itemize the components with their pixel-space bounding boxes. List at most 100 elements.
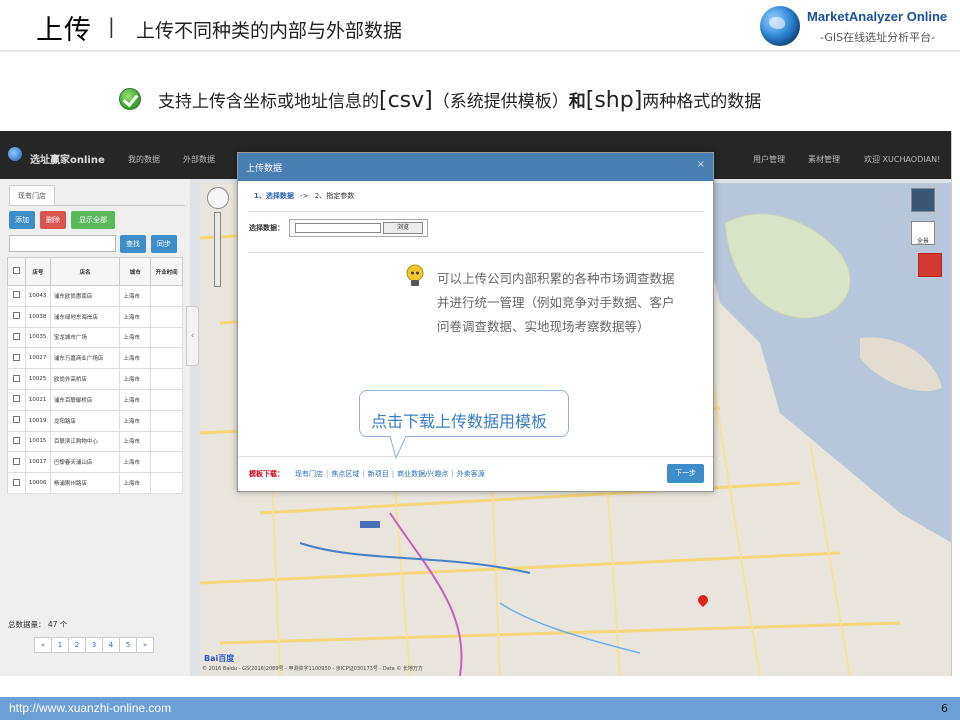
- city-cell: 上海市: [119, 326, 152, 349]
- open-date-cell: [150, 347, 183, 370]
- wizard-steps: 1、选择数据 -> 2、指定参数: [254, 191, 354, 201]
- store-name-cell: 巴黎春天浦山店: [49, 451, 121, 474]
- link-separator: |: [451, 470, 454, 478]
- store-table: 店号 店名 城市 开业时间 10043 浦东欧尚惠南店 上海市 10038 浦东绿地东海…: [7, 257, 183, 494]
- open-date-cell: [150, 430, 183, 453]
- store-id-cell: 10027: [24, 347, 51, 370]
- island-area: [724, 213, 851, 319]
- nav-asset-management[interactable]: 素材管理: [808, 154, 840, 165]
- callout-pointer: [389, 436, 407, 460]
- store-panel: 现有门店 添加 删除 显示全部 查找 同步 店号 店名 城市 开业时间 1004…: [0, 179, 190, 676]
- checkbox-icon[interactable]: [12, 374, 20, 382]
- page-link[interactable]: «: [34, 637, 52, 653]
- table-row[interactable]: 10038 浦东绿地东海岸店 上海市: [7, 305, 183, 328]
- file-path-input[interactable]: [295, 223, 381, 233]
- nav-welcome-user[interactable]: 欢迎 XUCHAODIAN!: [864, 154, 940, 165]
- footer-url[interactable]: http://www.xuanzhi-online.com: [9, 701, 171, 715]
- template-download-link[interactable]: 焦点区域: [331, 470, 359, 478]
- store-id-cell: 10043: [24, 285, 51, 307]
- checkbox-icon[interactable]: [12, 436, 20, 444]
- pan-control-icon[interactable]: [207, 187, 229, 209]
- store-id-cell: 10035: [24, 326, 51, 349]
- zoom-slider[interactable]: [214, 212, 221, 287]
- tab-divider: [9, 205, 185, 206]
- table-row[interactable]: 10019 龙阳路店 上海市: [7, 409, 183, 432]
- checkbox-icon[interactable]: [12, 478, 20, 486]
- store-id-cell: 10038: [24, 305, 51, 328]
- checkbox-icon[interactable]: [12, 312, 20, 320]
- location-marker-icon[interactable]: [918, 253, 942, 277]
- page-link[interactable]: 5: [119, 637, 137, 653]
- table-row[interactable]: 10035 宝龙城市广场 上海市: [7, 326, 183, 349]
- search-button[interactable]: 查找: [120, 235, 146, 253]
- table-row[interactable]: 10025 欧尚外高桥店 上海市: [7, 368, 183, 390]
- checkbox-icon[interactable]: [12, 353, 20, 361]
- table-row[interactable]: 10021 浦东百联御桥店 上海市: [7, 388, 183, 411]
- table-row[interactable]: 10043 浦东欧尚惠南店 上海市: [7, 285, 183, 307]
- page-link[interactable]: 4: [102, 637, 120, 653]
- bullet-part-3: 两种格式的数据: [642, 92, 762, 112]
- next-button[interactable]: 下一步: [667, 464, 704, 483]
- page-link[interactable]: 2: [68, 637, 86, 653]
- panorama-button[interactable]: 全景: [911, 221, 935, 245]
- sync-button[interactable]: 同步: [151, 235, 177, 253]
- nav-my-data[interactable]: 我的数据: [128, 154, 160, 165]
- csv-format: [csv]: [379, 88, 433, 113]
- template-download-link[interactable]: 外卖客源: [457, 470, 485, 478]
- store-search-input[interactable]: [9, 235, 116, 252]
- bullet-part-2: （系统提供模板）: [432, 92, 569, 112]
- checkbox-icon[interactable]: [12, 416, 20, 424]
- row-select-cell[interactable]: [7, 472, 26, 494]
- store-name-cell: 浦东万嘉商业广场店: [49, 347, 121, 370]
- tab-existing-stores[interactable]: 现有门店: [9, 185, 55, 205]
- delete-button[interactable]: 删除: [40, 211, 66, 229]
- step-select-data[interactable]: 1、选择数据: [254, 192, 294, 200]
- callout-box: 点击下载上传数据用模板: [359, 390, 569, 437]
- store-id-cell: 10021: [24, 388, 51, 411]
- satellite-view-icon[interactable]: [911, 188, 935, 212]
- open-date-cell: [150, 285, 183, 307]
- checkbox-icon[interactable]: [12, 395, 20, 403]
- select-all-header[interactable]: [7, 257, 26, 286]
- file-chooser[interactable]: 浏览: [289, 219, 428, 237]
- row-select-cell[interactable]: [7, 305, 26, 328]
- row-select-cell[interactable]: [7, 347, 26, 370]
- row-select-cell[interactable]: [7, 388, 26, 411]
- page-link[interactable]: 3: [85, 637, 103, 653]
- page-link[interactable]: 1: [51, 637, 69, 653]
- table-row[interactable]: 10017 巴黎春天浦山店 上海市: [7, 451, 183, 474]
- checkbox-icon[interactable]: [12, 291, 20, 299]
- checkbox-icon[interactable]: [12, 267, 20, 274]
- template-download-link[interactable]: 商业数据/兴趣点: [397, 470, 448, 478]
- close-icon[interactable]: ×: [697, 159, 705, 170]
- table-row[interactable]: 10006 杨浦刚州路店 上海市: [7, 472, 183, 494]
- table-row[interactable]: 10015 百联滨江购物中心 上海市: [7, 430, 183, 453]
- store-name-cell: 杨浦刚州路店: [49, 472, 121, 494]
- header-divider: [0, 50, 960, 52]
- store-name-cell: 龙阳路店: [49, 409, 121, 432]
- template-download-link[interactable]: 新项目: [368, 470, 389, 478]
- checkbox-icon[interactable]: [12, 457, 20, 465]
- row-select-cell[interactable]: [7, 430, 26, 453]
- show-all-button[interactable]: 显示全部: [71, 211, 115, 229]
- city-cell: 上海市: [119, 368, 152, 390]
- modal-divider: [248, 211, 704, 212]
- row-select-cell[interactable]: [7, 451, 26, 474]
- nav-external-data[interactable]: 外部数据: [183, 154, 215, 165]
- checkbox-icon[interactable]: [12, 332, 20, 340]
- row-select-cell[interactable]: [7, 285, 26, 307]
- row-select-cell[interactable]: [7, 409, 26, 432]
- template-download-link[interactable]: 现有门店: [295, 470, 323, 478]
- nav-user-management[interactable]: 用户管理: [753, 154, 785, 165]
- city-cell: 上海市: [119, 430, 152, 453]
- file-label: 选择数据：: [249, 224, 284, 232]
- panel-collapse-handle[interactable]: ‹: [186, 306, 199, 366]
- browse-button[interactable]: 浏览: [383, 222, 423, 234]
- open-date-cell: [150, 305, 183, 328]
- row-select-cell[interactable]: [7, 368, 26, 390]
- page-link[interactable]: »: [136, 637, 154, 653]
- add-button[interactable]: 添加: [9, 211, 35, 229]
- row-select-cell[interactable]: [7, 326, 26, 349]
- baidu-logo: Bai百度: [204, 654, 235, 663]
- table-row[interactable]: 10027 浦东万嘉商业广场店 上海市: [7, 347, 183, 370]
